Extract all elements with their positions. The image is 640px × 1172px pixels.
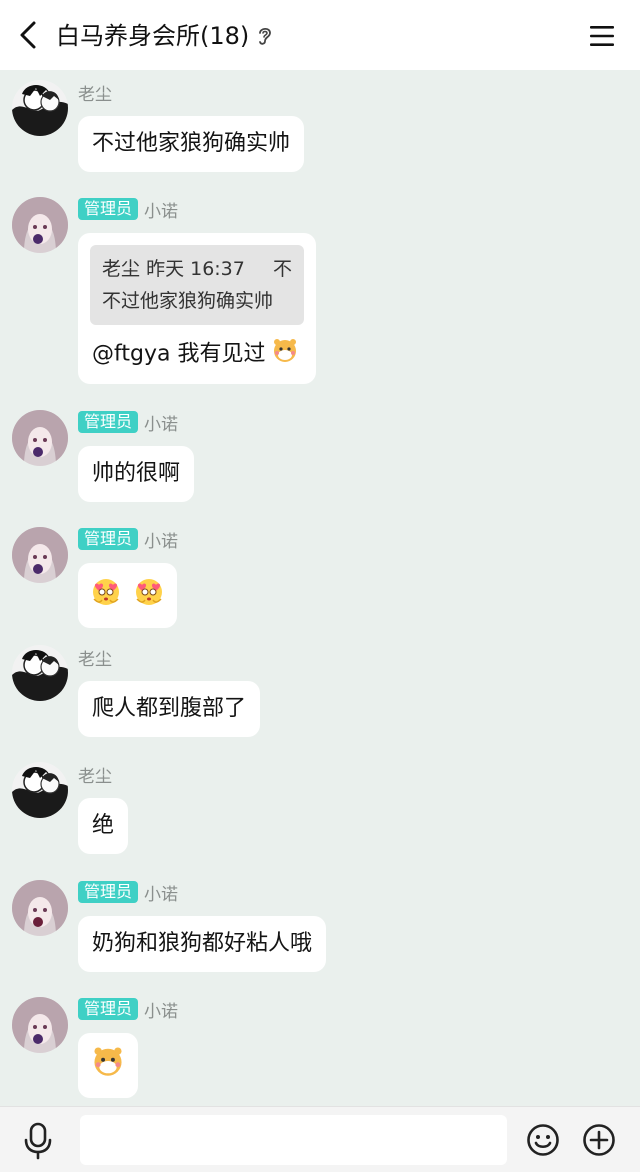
admin-badge: 管理员 bbox=[78, 528, 139, 550]
ear-icon[interactable] bbox=[257, 25, 273, 47]
message-meta: 管理员 小诺 bbox=[78, 527, 179, 552]
message-meta: 管理员 小诺 bbox=[78, 880, 179, 905]
anime-girl-avatar[interactable] bbox=[12, 997, 68, 1053]
message-meta: 管理员 小诺 bbox=[78, 197, 179, 222]
quote-time: 昨天 16:37 bbox=[146, 258, 245, 280]
heart-eyes-emoji bbox=[133, 575, 165, 616]
message-text: 爬人都到腹部了 bbox=[92, 696, 247, 721]
chat-header: 白马养身会所(18) bbox=[0, 0, 640, 70]
plus-circle-icon bbox=[583, 1124, 615, 1156]
message-meta: 管理员 小诺 bbox=[78, 410, 179, 435]
message-meta: 老尘 bbox=[78, 762, 112, 787]
emoji-button[interactable] bbox=[526, 1123, 560, 1157]
quoted-message[interactable]: 老尘 昨天 16:37 不 不过他家狼狗确实帅 bbox=[90, 245, 304, 325]
quote-author: 老尘 bbox=[102, 258, 141, 280]
microphone-icon bbox=[24, 1122, 52, 1160]
page-title: 白马养身会所(18) bbox=[56, 20, 273, 52]
sender-name: 小诺 bbox=[144, 884, 179, 905]
message-bubble[interactable] bbox=[78, 563, 177, 628]
group-title: 白马养身会所(18) bbox=[56, 22, 250, 50]
message-bubble[interactable]: 奶狗和狼狗都好粘人哦 bbox=[78, 916, 327, 972]
message-meta: 管理员 小诺 bbox=[78, 997, 179, 1022]
input-bar bbox=[0, 1106, 640, 1172]
sender-name: 老尘 bbox=[78, 766, 112, 787]
anime-girl-avatar[interactable] bbox=[12, 527, 68, 583]
message-meta: 老尘 bbox=[78, 645, 112, 670]
message-bubble[interactable]: 帅的很啊 bbox=[78, 446, 195, 502]
manga-bw-avatar[interactable] bbox=[12, 762, 68, 818]
hamster-emoji bbox=[272, 337, 298, 372]
sender-name: 小诺 bbox=[144, 1001, 179, 1022]
admin-badge: 管理员 bbox=[78, 411, 139, 433]
sender-name: 小诺 bbox=[144, 531, 179, 552]
hamster-emoji bbox=[92, 1045, 124, 1086]
sender-name: 老尘 bbox=[78, 84, 112, 105]
message-list[interactable]: 老尘 不过他家狼狗确实帅 管理员 小诺 老尘 昨天 16:37 不 不过他家狼狗… bbox=[0, 70, 640, 1106]
message-bubble[interactable]: 绝 bbox=[78, 798, 129, 854]
chevron-left-icon bbox=[20, 21, 36, 49]
voice-button[interactable] bbox=[20, 1121, 56, 1161]
sender-name: 小诺 bbox=[144, 414, 179, 435]
hamburger-menu-icon bbox=[590, 26, 614, 46]
manga-bw-avatar[interactable] bbox=[12, 645, 68, 701]
sender-name: 小诺 bbox=[144, 201, 179, 222]
quote-text: 不过他家狼狗确实帅 bbox=[102, 290, 274, 312]
message-meta: 老尘 bbox=[78, 80, 112, 105]
admin-badge: 管理员 bbox=[78, 881, 139, 903]
message-text: 不过他家狼狗确实帅 bbox=[92, 131, 291, 156]
message-bubble[interactable]: 爬人都到腹部了 bbox=[78, 681, 261, 737]
smiley-icon bbox=[527, 1124, 559, 1156]
quote-text-start: 不 bbox=[272, 258, 292, 280]
admin-badge: 管理员 bbox=[78, 998, 139, 1020]
message-bubble[interactable]: 不过他家狼狗确实帅 bbox=[78, 116, 305, 172]
anime-girl-avatar[interactable] bbox=[12, 410, 68, 466]
admin-badge: 管理员 bbox=[78, 198, 139, 220]
sender-name: 老尘 bbox=[78, 649, 112, 670]
message-text: @ftgya 我有见过 bbox=[92, 341, 266, 367]
message-text: 绝 bbox=[92, 813, 115, 838]
heart-eyes-emoji bbox=[90, 575, 122, 616]
anime-girl-avatar[interactable] bbox=[12, 197, 68, 253]
back-button[interactable] bbox=[12, 17, 44, 53]
message-bubble[interactable]: 老尘 昨天 16:37 不 不过他家狼狗确实帅 @ftgya 我有见过 bbox=[78, 233, 316, 384]
menu-button[interactable] bbox=[584, 18, 620, 54]
message-text: 帅的很啊 bbox=[92, 461, 181, 486]
more-button[interactable] bbox=[582, 1123, 616, 1157]
anime-girl-avatar[interactable] bbox=[12, 880, 68, 936]
manga-bw-avatar[interactable] bbox=[12, 80, 68, 136]
message-input[interactable] bbox=[80, 1115, 507, 1165]
message-bubble[interactable] bbox=[78, 1033, 138, 1098]
message-text: 奶狗和狼狗都好粘人哦 bbox=[92, 931, 313, 956]
